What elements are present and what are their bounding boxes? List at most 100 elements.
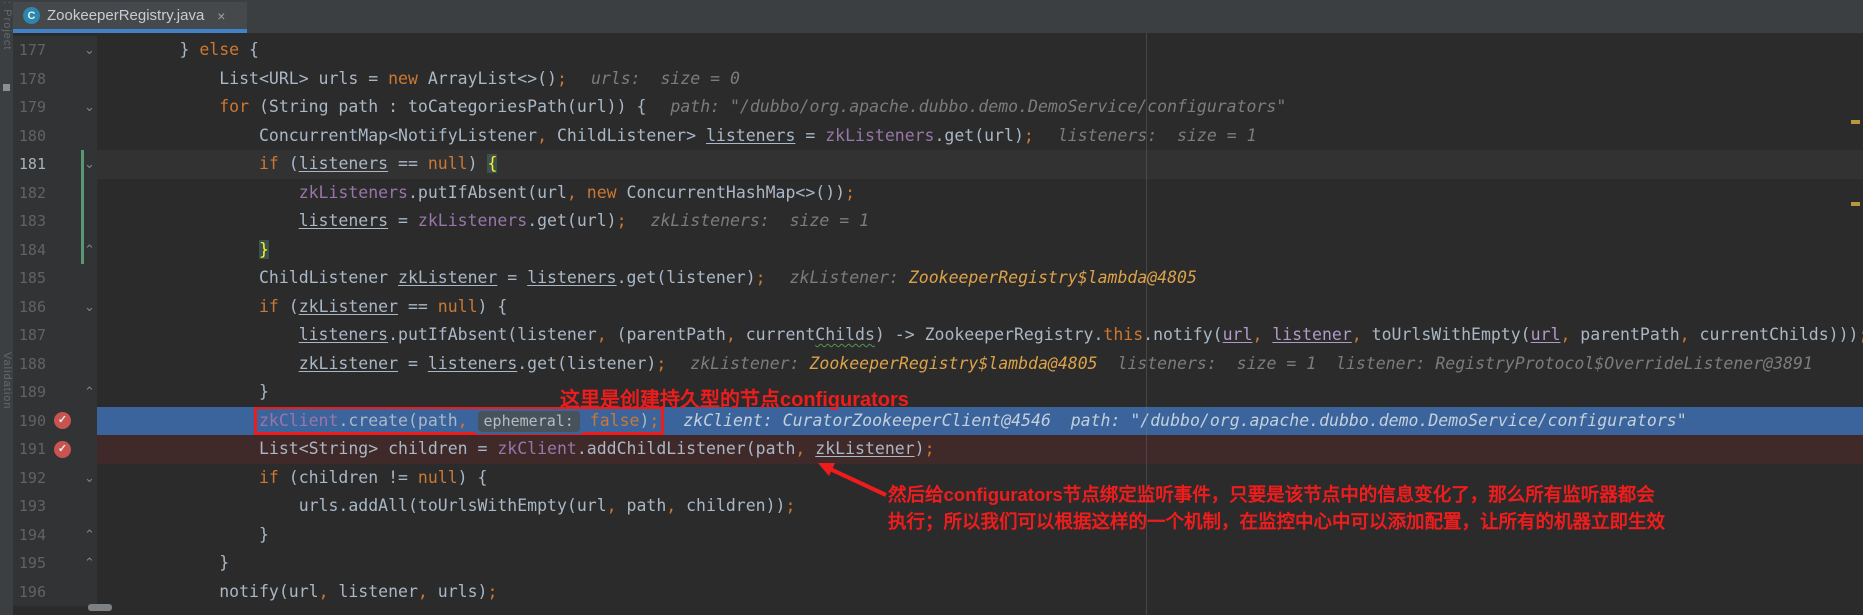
- error-stripe-mark[interactable]: [1851, 202, 1860, 206]
- line-number[interactable]: 192: [13, 464, 46, 493]
- gutter[interactable]: 183: [13, 207, 97, 236]
- code-line[interactable]: zkListeners.putIfAbsent(url, new Concurr…: [97, 179, 1863, 208]
- code-line[interactable]: }: [97, 549, 1863, 578]
- line-number[interactable]: 179: [13, 93, 46, 122]
- gutter[interactable]: 191 ✓: [13, 435, 97, 464]
- code-line[interactable]: } else {: [97, 36, 1863, 65]
- code-line[interactable]: List<URL> urls = new ArrayList<>();urls:…: [97, 65, 1863, 94]
- code-token: ==: [388, 154, 428, 173]
- horizontal-scrollbar-thumb[interactable]: [88, 604, 112, 611]
- line-number[interactable]: 186: [13, 293, 46, 322]
- fold-up-icon[interactable]: ⌃: [83, 378, 96, 407]
- gutter[interactable]: 179 ⌄: [13, 93, 97, 122]
- tool-window-square-icon: [3, 84, 10, 91]
- gutter[interactable]: 190 ✓: [13, 407, 97, 436]
- tool-window-label-project[interactable]: 1: Project: [0, 0, 13, 50]
- line-number[interactable]: 184: [13, 236, 46, 265]
- code-token: (parentPath: [607, 325, 726, 344]
- fold-up-icon[interactable]: ⌃: [83, 521, 96, 550]
- line-number[interactable]: 190: [13, 407, 46, 436]
- tab-close-icon[interactable]: ×: [217, 8, 225, 24]
- code-token: .get(listener): [617, 268, 756, 287]
- code-token: .get(listener): [517, 354, 656, 373]
- code-token: (: [279, 154, 299, 173]
- code-token: zkListeners: [418, 211, 527, 230]
- gutter[interactable]: 192 ⌄: [13, 464, 97, 493]
- gutter[interactable]: 186 ⌄: [13, 293, 97, 322]
- line-number[interactable]: 188: [13, 350, 46, 379]
- fold-up-icon[interactable]: ⌃: [83, 236, 96, 265]
- fold-down-icon[interactable]: ⌄: [83, 93, 96, 122]
- code-token: listeners: [299, 211, 388, 230]
- code-line[interactable]: if (listeners == null) {: [97, 150, 1863, 179]
- line-number[interactable]: 181: [13, 150, 46, 179]
- line-number[interactable]: 191: [13, 435, 46, 464]
- code-line[interactable]: for (String path : toCategoriesPath(url)…: [97, 93, 1863, 122]
- code-token: urls.addAll(toUrlsWithEmpty(url: [299, 496, 607, 515]
- gutter[interactable]: 194 ⌃: [13, 521, 97, 550]
- code-line[interactable]: }: [97, 378, 1863, 407]
- code-line[interactable]: ChildListener zkListener = listeners.get…: [97, 264, 1863, 293]
- indent: [100, 468, 259, 487]
- gutter[interactable]: 188: [13, 350, 97, 379]
- line-number[interactable]: 182: [13, 179, 46, 208]
- gutter[interactable]: 184 ⌃: [13, 236, 97, 265]
- code-line[interactable]: notify(url, listener, urls);: [97, 578, 1863, 607]
- line-number[interactable]: 189: [13, 378, 46, 407]
- code-token: ;: [1024, 126, 1034, 145]
- indent: [100, 240, 259, 259]
- code-line[interactable]: ConcurrentMap<NotifyListener, ChildListe…: [97, 122, 1863, 151]
- fold-down-icon[interactable]: ⌄: [83, 150, 96, 179]
- gutter[interactable]: 178: [13, 65, 97, 94]
- fold-down-icon[interactable]: ⌄: [83, 36, 96, 65]
- code-token: parentPath: [1570, 325, 1679, 344]
- line-number[interactable]: 178: [13, 65, 46, 94]
- gutter[interactable]: 195 ⌃: [13, 549, 97, 578]
- fold-down-icon[interactable]: ⌄: [83, 293, 96, 322]
- code-token: List<String> children =: [259, 439, 497, 458]
- gutter[interactable]: 189 ⌃: [13, 378, 97, 407]
- gutter[interactable]: 187: [13, 321, 97, 350]
- gutter[interactable]: 182: [13, 179, 97, 208]
- line-number[interactable]: 180: [13, 122, 46, 151]
- line-number[interactable]: 187: [13, 321, 46, 350]
- code-line[interactable]: }: [97, 236, 1863, 265]
- line-number[interactable]: 177: [13, 36, 46, 65]
- tool-window-label-validation[interactable]: Validation: [0, 352, 13, 410]
- code-line[interactable]: if (zkListener == null) {: [97, 293, 1863, 322]
- code-line[interactable]: List<String> children = zkClient.addChil…: [97, 435, 1863, 464]
- line-number[interactable]: 194: [13, 521, 46, 550]
- hint-token: zkListener:: [690, 354, 809, 373]
- code-row-186: 186 ⌄ if (zkListener == null) {: [13, 293, 1863, 322]
- code-row-179: 179 ⌄ for (String path : toCategoriesPath…: [13, 93, 1863, 122]
- code-line[interactable]: zkClient.create(path, ephemeral: false);…: [97, 407, 1863, 436]
- line-number[interactable]: 195: [13, 549, 46, 578]
- code-token: ) -> ZookeeperRegistry.: [875, 325, 1103, 344]
- tab-zookeeperregistry[interactable]: C ZookeeperRegistry.java ×: [13, 2, 247, 29]
- indent: [100, 354, 299, 373]
- code-line[interactable]: listeners.putIfAbsent(listener, (parentP…: [97, 321, 1863, 350]
- gutter[interactable]: 177 ⌄: [13, 36, 97, 65]
- gutter[interactable]: 180: [13, 122, 97, 151]
- fold-up-icon[interactable]: ⌃: [83, 549, 96, 578]
- code-token: ,: [607, 496, 617, 515]
- gutter[interactable]: 196: [13, 578, 97, 607]
- line-number[interactable]: 196: [13, 578, 46, 607]
- breakpoint-icon[interactable]: ✓: [54, 412, 71, 429]
- gutter[interactable]: 181 ⌄: [13, 150, 97, 179]
- code-line[interactable]: listeners = zkListeners.get(url);zkListe…: [97, 207, 1863, 236]
- gutter[interactable]: 185: [13, 264, 97, 293]
- gutter[interactable]: 193: [13, 492, 97, 521]
- line-number[interactable]: 185: [13, 264, 46, 293]
- breakpoint-icon[interactable]: ✓: [54, 441, 71, 458]
- red-annotation-above: 这里是创建持久型的节点configurators: [560, 383, 909, 412]
- code-line[interactable]: zkListener = listeners.get(listener);zkL…: [97, 350, 1863, 379]
- code-token: ChildListener: [259, 268, 398, 287]
- error-stripe-mark[interactable]: [1851, 120, 1860, 124]
- code-token: .notify(: [1143, 325, 1222, 344]
- fold-down-icon[interactable]: ⌄: [83, 464, 96, 493]
- line-number[interactable]: 193: [13, 492, 46, 521]
- code-token: urls): [428, 582, 488, 601]
- line-number[interactable]: 183: [13, 207, 46, 236]
- code-token: {: [487, 154, 497, 173]
